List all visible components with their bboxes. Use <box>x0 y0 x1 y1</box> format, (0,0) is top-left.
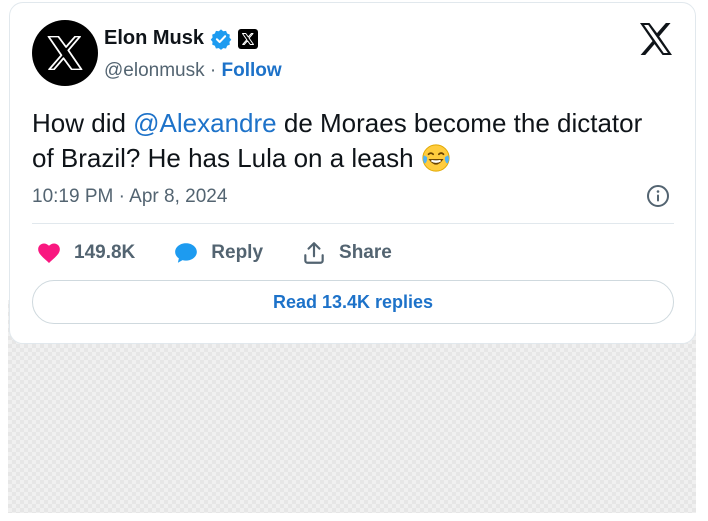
mention-link[interactable]: @Alexandre <box>133 108 276 138</box>
follow-button[interactable]: Follow <box>222 60 282 81</box>
avatar[interactable] <box>32 20 98 86</box>
face-with-tears-of-joy-icon <box>422 144 450 172</box>
speech-bubble-icon <box>175 243 198 263</box>
reply-button[interactable]: Reply <box>173 240 263 266</box>
like-count: 149.8K <box>74 242 136 263</box>
handle-separator: · <box>204 60 222 81</box>
share-label: Share <box>339 242 392 263</box>
author-handle-row: @elonmusk · Follow <box>104 60 282 82</box>
author-handle[interactable]: @elonmusk <box>104 60 205 81</box>
tweet-card: Elon Musk @elonmusk · Follow How did @Al… <box>9 2 696 344</box>
read-replies-button[interactable]: Read 13.4K replies <box>32 280 674 324</box>
share-upload-icon <box>304 242 324 264</box>
x-org-badge-icon <box>238 28 259 49</box>
heart-icon <box>38 243 60 263</box>
share-button[interactable]: Share <box>301 240 392 266</box>
like-button[interactable]: 149.8K <box>36 240 135 266</box>
tweet-text: How did @Alexandre de Moraes become the … <box>32 106 652 176</box>
x-logo-avatar-icon <box>47 36 83 70</box>
info-icon[interactable] <box>646 184 670 208</box>
author-name-row: Elon Musk <box>104 27 259 50</box>
tweet-text-before: How did <box>32 108 134 138</box>
x-logo-icon[interactable] <box>638 23 674 55</box>
reply-label: Reply <box>211 242 264 263</box>
divider <box>32 223 674 224</box>
action-bar: 149.8K Reply Share <box>36 240 392 266</box>
author-name[interactable]: Elon Musk <box>104 27 204 50</box>
verified-badge-icon <box>210 28 232 50</box>
tweet-timestamp[interactable]: 10:19 PM · Apr 8, 2024 <box>32 186 227 208</box>
